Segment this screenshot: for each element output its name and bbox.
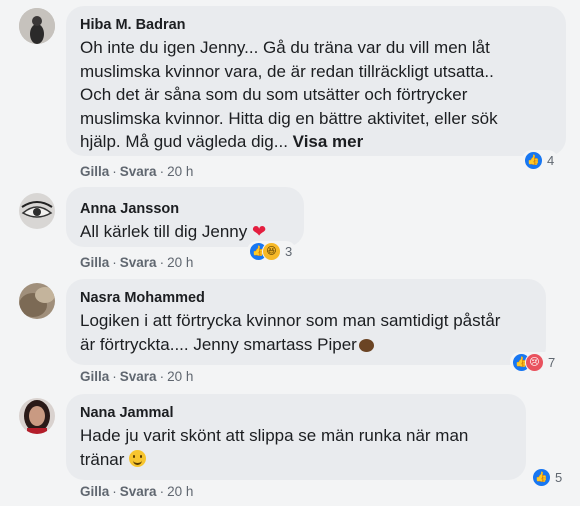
comment: Anna Jansson All kärlek till dig Jenny ❤… [0,185,580,275]
avatar[interactable] [19,283,55,319]
avatar-photo [19,283,55,319]
comment-actions: Gilla · Svara · 20 h [80,255,193,270]
smile-emoji [129,449,147,467]
like-button[interactable]: Gilla [80,484,109,499]
timestamp[interactable]: 20 h [167,484,193,499]
avatar-photo [19,193,55,229]
avatar-photo [19,398,55,434]
brownie-emoji [358,338,374,352]
comment-bubble: Nasra Mohammed Logiken i att förtrycka k… [66,279,546,365]
like-button[interactable]: Gilla [80,164,109,179]
author-name[interactable]: Hiba M. Badran [80,16,552,34]
reaction-count: 3 [285,243,293,259]
author-name[interactable]: Anna Jansson [80,200,290,218]
author-name[interactable]: Nana Jammal [80,404,512,422]
comment: Hiba M. Badran Oh inte du igen Jenny... … [0,0,580,185]
avatar[interactable] [19,8,55,44]
reaction-count: 4 [547,152,555,168]
reply-button[interactable]: Svara [120,164,157,179]
like-icon: 👍 [524,150,543,170]
comment-bubble: Hiba M. Badran Oh inte du igen Jenny... … [66,6,566,156]
separator: · [159,369,165,384]
reaction-count: 5 [555,469,563,485]
separator: · [112,484,117,499]
comment-body: Oh inte du igen Jenny... Gå du träna var… [80,38,498,151]
separator: · [159,255,165,270]
heart-emoji: ❤ [251,222,267,241]
haha-icon: 😆 [262,241,281,261]
reactions-summary[interactable]: 👍 4 [522,150,559,170]
avatar[interactable] [19,193,55,229]
comment-text: Logiken i att förtrycka kvinnor som man … [80,309,532,356]
separator: · [112,369,117,384]
see-more-link[interactable]: Visa mer [293,132,364,151]
comment-actions: Gilla · Svara · 20 h [80,369,193,384]
like-button[interactable]: Gilla [80,369,109,384]
like-icon: 👍 [532,467,551,487]
reply-button[interactable]: Svara [120,484,157,499]
comment-text: Oh inte du igen Jenny... Gå du träna var… [80,36,552,154]
separator: · [112,255,117,270]
reactions-summary[interactable]: 👍 😢 7 [510,352,560,372]
comment: Nasra Mohammed Logiken i att förtrycka k… [0,275,580,390]
comment: Nana Jammal Hade ju varit skönt att slip… [0,390,580,506]
comment-body: All kärlek till dig Jenny [80,222,248,241]
reply-button[interactable]: Svara [120,369,157,384]
comment-text: All kärlek till dig Jenny ❤ [80,220,290,244]
comment-bubble: Nana Jammal Hade ju varit skönt att slip… [66,394,526,480]
reply-button[interactable]: Svara [120,255,157,270]
timestamp[interactable]: 20 h [167,164,193,179]
reaction-count: 7 [548,354,556,370]
comment-bubble: Anna Jansson All kärlek till dig Jenny ❤ [66,187,304,247]
reactions-summary[interactable]: 👍 😆 3 [247,241,297,261]
sad-icon: 😢 [525,352,544,372]
avatar-photo [19,8,55,44]
like-button[interactable]: Gilla [80,255,109,270]
reactions-summary[interactable]: 👍 5 [530,467,567,487]
separator: · [112,164,117,179]
comment-text: Hade ju varit skönt att slippa se män ru… [80,424,512,471]
comment-actions: Gilla · Svara · 20 h [80,164,193,179]
author-name[interactable]: Nasra Mohammed [80,289,532,307]
timestamp[interactable]: 20 h [167,255,193,270]
separator: · [159,164,165,179]
comment-actions: Gilla · Svara · 20 h [80,484,193,499]
avatar[interactable] [19,398,55,434]
separator: · [159,484,165,499]
timestamp[interactable]: 20 h [167,369,193,384]
comment-body: Logiken i att förtrycka kvinnor som man … [80,311,501,354]
